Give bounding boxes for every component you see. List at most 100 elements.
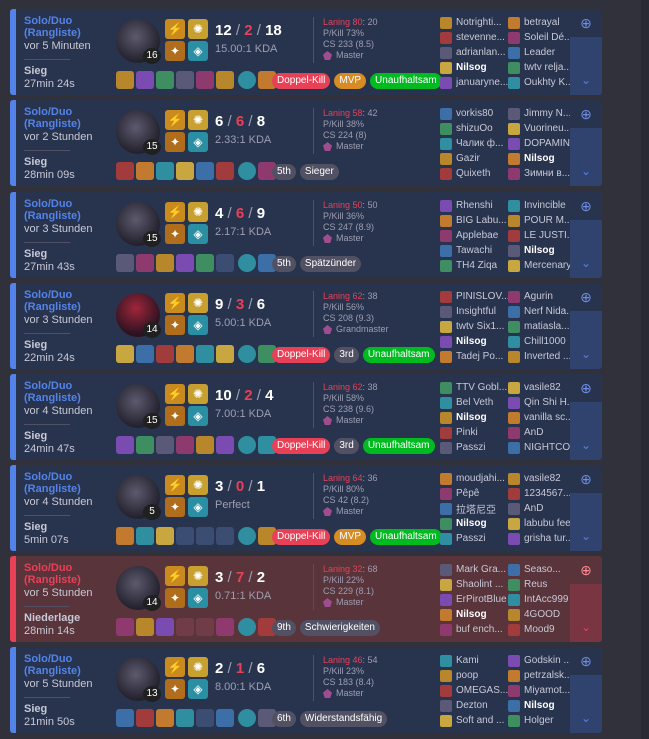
player-name[interactable]: Bel Veth (456, 397, 510, 408)
match-card[interactable]: Solo/Duo (Rangliste) vor 4 Stunden Sieg 5min… (10, 465, 602, 551)
item-slot[interactable] (116, 254, 134, 272)
summoner-spell-icon[interactable]: ✦ (165, 224, 185, 244)
item-slot[interactable] (216, 709, 234, 727)
player-row[interactable]: Chill1000 (508, 334, 578, 349)
match-card[interactable]: Solo/Duo (Rangliste) vor 5 Minuten Sieg 27mi… (10, 9, 602, 95)
item-slot[interactable] (216, 345, 234, 363)
player-row[interactable]: LE JUSTI... (508, 228, 578, 243)
player-name[interactable]: adrianlan... (456, 47, 510, 58)
player-row[interactable]: Passzi (440, 531, 510, 546)
player-row[interactable]: vanilla sc... (508, 410, 578, 425)
player-name[interactable]: BIG Labu... (456, 215, 510, 226)
summoner-spell-icon[interactable]: ✦ (165, 588, 185, 608)
player-row[interactable]: Mercenary (508, 258, 578, 273)
add-player-icon[interactable]: ⊕ (570, 556, 602, 584)
player-name[interactable]: PINISLOV... (456, 291, 510, 302)
add-player-icon[interactable]: ⊕ (570, 465, 602, 493)
player-name[interactable]: Rhenshi (456, 200, 510, 211)
ward-icon[interactable] (238, 71, 256, 89)
ward-icon[interactable] (238, 709, 256, 727)
player-row[interactable]: Jimmy N... (508, 106, 578, 121)
item-slot[interactable] (116, 527, 134, 545)
player-row[interactable]: Bel Veth (440, 395, 510, 410)
player-row[interactable]: Agurin (508, 289, 578, 304)
rune-icon[interactable]: ✺ (188, 475, 208, 495)
item-slot[interactable] (116, 162, 134, 180)
player-row[interactable]: vasile82 (508, 380, 578, 395)
player-row[interactable]: 4GOOD (508, 607, 578, 622)
summoner-spell-icon[interactable]: ✦ (165, 406, 185, 426)
summoner-spell-icon[interactable]: ✦ (165, 679, 185, 699)
item-slot[interactable] (216, 162, 234, 180)
ward-icon[interactable] (238, 162, 256, 180)
item-slot[interactable] (196, 254, 214, 272)
player-row[interactable]: NIGHTCO... (508, 440, 578, 455)
item-slot[interactable] (196, 345, 214, 363)
item-slot[interactable] (196, 71, 214, 89)
ward-icon[interactable] (238, 618, 256, 636)
player-row[interactable]: Nilsog (440, 607, 510, 622)
item-slot[interactable] (196, 618, 214, 636)
player-name[interactable]: Pêpê (456, 488, 510, 499)
item-slot[interactable] (176, 709, 194, 727)
player-name[interactable]: Notrighti... (456, 17, 510, 28)
player-row[interactable]: Oukhty K... (508, 75, 578, 90)
player-row[interactable]: poop (440, 668, 510, 683)
rune-icon[interactable]: ◈ (188, 497, 208, 517)
player-row[interactable]: Inverted ... (508, 349, 578, 364)
player-name[interactable]: Kami (456, 655, 510, 666)
item-slot[interactable] (116, 436, 134, 454)
player-row[interactable]: ErPirotBlue (440, 592, 510, 607)
player-row[interactable]: Nilsog (508, 243, 578, 258)
player-row[interactable]: Nilsog (440, 60, 510, 75)
player-name[interactable]: buf ench... (456, 624, 510, 635)
summoner-spell-icon[interactable]: ⚡ (165, 19, 185, 39)
item-slot[interactable] (176, 162, 194, 180)
item-slot[interactable] (156, 618, 174, 636)
player-row[interactable]: Mark Gra... (440, 562, 510, 577)
player-row[interactable]: BIG Labu... (440, 213, 510, 228)
player-row[interactable]: Insightful (440, 304, 510, 319)
item-slot[interactable] (176, 436, 194, 454)
item-slot[interactable] (176, 71, 194, 89)
player-row[interactable]: TTV Gobl... (440, 380, 510, 395)
player-row[interactable]: adrianlan... (440, 45, 510, 60)
player-row[interactable]: Зимни в... (508, 166, 578, 181)
item-slot[interactable] (156, 527, 174, 545)
player-row[interactable]: Pinki (440, 425, 510, 440)
player-row[interactable]: Kami (440, 653, 510, 668)
rune-icon[interactable]: ✺ (188, 19, 208, 39)
player-name[interactable]: moudjahi... (456, 473, 510, 484)
player-row[interactable]: Rhenshi (440, 198, 510, 213)
item-slot[interactable] (136, 162, 154, 180)
item-slot[interactable] (156, 254, 174, 272)
player-row[interactable]: twtv relja... (508, 60, 578, 75)
player-row[interactable]: Nerf Nida... (508, 304, 578, 319)
player-name[interactable]: Quixeth (456, 168, 510, 179)
ward-icon[interactable] (238, 527, 256, 545)
player-row[interactable]: buf ench... (440, 622, 510, 637)
player-row[interactable]: Reus (508, 577, 578, 592)
match-card[interactable]: Solo/Duo (Rangliste) vor 3 Stunden Sieg 22mi… (10, 283, 602, 369)
item-slot[interactable] (176, 345, 194, 363)
player-name[interactable]: OMEGAS... (456, 685, 510, 696)
match-card[interactable]: Solo/Duo (Rangliste) vor 5 Stunden Sieg 21mi… (10, 647, 602, 733)
player-row[interactable]: stevenne... (440, 30, 510, 45)
player-row[interactable]: moudjahi... (440, 471, 510, 486)
item-slot[interactable] (176, 254, 194, 272)
item-slot[interactable] (196, 162, 214, 180)
player-name[interactable]: Tawachi (456, 245, 510, 256)
player-row[interactable]: Quixeth (440, 166, 510, 181)
item-slot[interactable] (196, 709, 214, 727)
player-row[interactable]: vasile82 (508, 471, 578, 486)
expand-button[interactable]: ⌄ (570, 128, 602, 186)
add-player-icon[interactable]: ⊕ (570, 647, 602, 675)
summoner-spell-icon[interactable]: ⚡ (165, 202, 185, 222)
rune-icon[interactable]: ✺ (188, 566, 208, 586)
player-row[interactable]: matiasla... (508, 319, 578, 334)
player-row[interactable]: Passzi (440, 440, 510, 455)
player-row[interactable]: OMEGAS... (440, 683, 510, 698)
player-row[interactable]: labubu feet (508, 516, 578, 531)
player-name[interactable]: Shaolint ... (456, 579, 510, 590)
item-slot[interactable] (136, 709, 154, 727)
